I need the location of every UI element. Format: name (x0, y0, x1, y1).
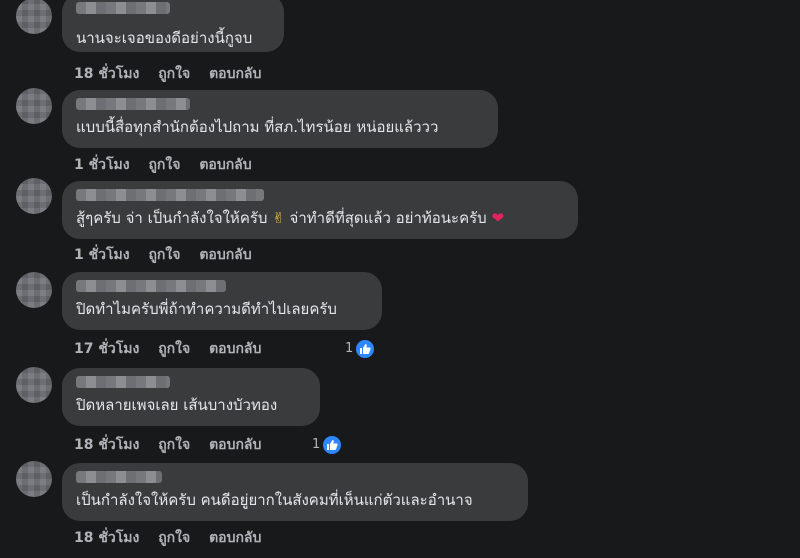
comment-text: แบบนี้สื่อทุกสำนักต้องไปถาม ที่สภ.ไทรน้อ… (76, 118, 439, 136)
reaction-summary[interactable]: 1 (312, 435, 342, 455)
comment-actions: 17 ชั่วโมง ถูกใจ ตอบกลับ (74, 339, 275, 359)
comment-actions: 1 ชั่วโมง ถูกใจ ตอบกลับ (74, 155, 266, 175)
commenter-name-blurred[interactable] (76, 98, 190, 110)
commenter-name-blurred[interactable] (76, 471, 162, 483)
victory-hand-icon: ✌ (272, 209, 285, 227)
comment-text: ปิดทำไมครับพี่ถ้าทำความดีทำไปเลยครับ (76, 300, 337, 318)
reaction-count: 1 (312, 437, 321, 452)
commenter-name-blurred[interactable] (76, 280, 226, 292)
reply-button[interactable]: ตอบกลับ (209, 66, 261, 82)
comment-text: เป็นกำลังใจให้ครับ คนดีอยู่ยากในสังคมที่… (76, 491, 473, 509)
commenter-name-blurred[interactable] (76, 189, 264, 201)
red-heart-icon: ❤ (491, 209, 505, 227)
commenter-name-blurred[interactable] (76, 376, 170, 388)
like-button[interactable]: ถูกใจ (158, 66, 190, 82)
comment-actions: 18 ชั่วโมง ถูกใจ ตอบกลับ (74, 435, 275, 455)
comment-timestamp[interactable]: 18 ชั่วโมง (74, 66, 139, 82)
reaction-summary[interactable]: 1 (345, 339, 375, 359)
comment-bubble: นานจะเจอของดีอย่างนี้กูจบ (62, 0, 284, 52)
like-reaction-icon (356, 339, 375, 358)
avatar[interactable] (16, 272, 52, 308)
like-button[interactable]: ถูกใจ (148, 247, 180, 263)
avatar[interactable] (16, 461, 52, 497)
comment-bubble: สู้ๆครับ จ่า เป็นกำลังใจให้ครับ ✌ จ่าทำด… (62, 181, 578, 239)
like-reaction-icon (323, 435, 342, 454)
like-button[interactable]: ถูกใจ (148, 157, 180, 173)
comment-timestamp[interactable]: 17 ชั่วโมง (74, 341, 139, 357)
comment-actions: 18 ชั่วโมง ถูกใจ ตอบกลับ (74, 64, 275, 84)
avatar[interactable] (16, 178, 52, 214)
reply-button[interactable]: ตอบกลับ (199, 157, 251, 173)
comment-bubble: แบบนี้สื่อทุกสำนักต้องไปถาม ที่สภ.ไทรน้อ… (62, 90, 498, 148)
reply-button[interactable]: ตอบกลับ (199, 247, 251, 263)
comment-text: สู้ๆครับ จ่า เป็นกำลังใจให้ครับ ✌ จ่าทำด… (76, 208, 504, 228)
comment-timestamp[interactable]: 18 ชั่วโมง (74, 530, 139, 546)
comment-timestamp[interactable]: 18 ชั่วโมง (74, 437, 139, 453)
comment-text: นานจะเจอของดีอย่างนี้กูจบ (76, 29, 253, 47)
avatar[interactable] (16, 367, 52, 403)
comment-text: ปิดหลายเพจเลย เส้นบางบัวทอง (76, 396, 278, 414)
comment-actions: 18 ชั่วโมง ถูกใจ ตอบกลับ (74, 528, 275, 548)
comment-bubble: ปิดทำไมครับพี่ถ้าทำความดีทำไปเลยครับ (62, 272, 382, 330)
comment-text-part: สู้ๆครับ จ่า เป็นกำลังใจให้ครับ (76, 209, 273, 227)
commenter-name-blurred[interactable] (76, 2, 170, 14)
avatar[interactable] (16, 88, 52, 124)
comment-actions: 1 ชั่วโมง ถูกใจ ตอบกลับ (74, 245, 266, 265)
like-button[interactable]: ถูกใจ (158, 437, 190, 453)
avatar[interactable] (16, 0, 52, 34)
like-button[interactable]: ถูกใจ (158, 341, 190, 357)
comment-timestamp[interactable]: 1 ชั่วโมง (74, 157, 130, 173)
reply-button[interactable]: ตอบกลับ (209, 530, 261, 546)
comment-bubble: ปิดหลายเพจเลย เส้นบางบัวทอง (62, 368, 320, 426)
reply-button[interactable]: ตอบกลับ (209, 437, 261, 453)
like-button[interactable]: ถูกใจ (158, 530, 190, 546)
reaction-count: 1 (345, 341, 354, 356)
comment-text-part: จ่าทำดีที่สุดแล้ว อย่าท้อนะครับ (284, 209, 492, 227)
comment-bubble: เป็นกำลังใจให้ครับ คนดีอยู่ยากในสังคมที่… (62, 463, 528, 521)
comment-timestamp[interactable]: 1 ชั่วโมง (74, 247, 130, 263)
reply-button[interactable]: ตอบกลับ (209, 341, 261, 357)
